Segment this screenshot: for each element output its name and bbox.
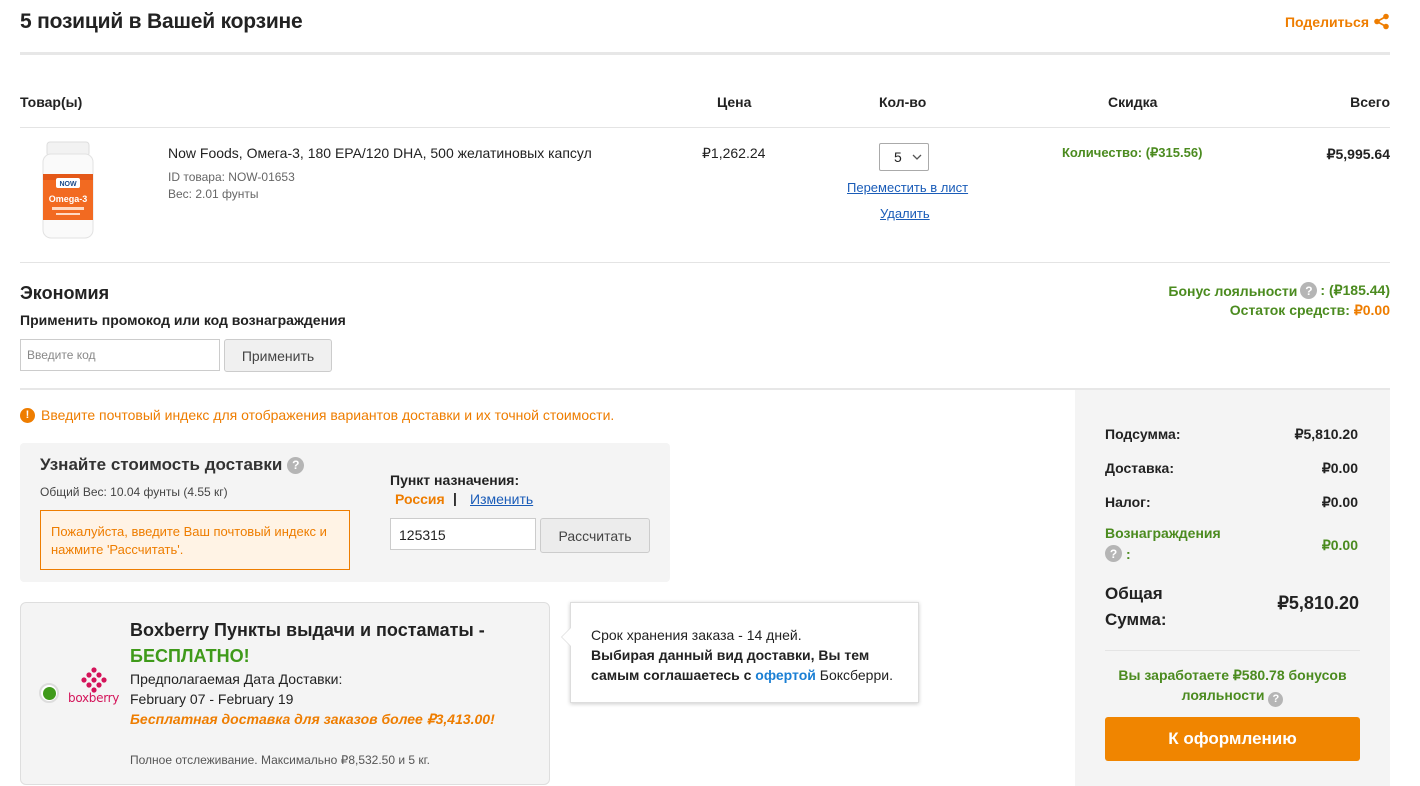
column-header-quantity: Кол-во: [879, 94, 927, 110]
offer-link[interactable]: офертой: [755, 667, 816, 683]
economy-title: Экономия: [20, 283, 110, 303]
alert-icon: !: [20, 407, 35, 423]
boxberry-logo-text: boxberry: [68, 691, 120, 705]
tax-label: Налог:: [1105, 494, 1151, 510]
column-header-total: Всего: [1350, 94, 1390, 110]
zip-code-input[interactable]: 125315: [390, 518, 536, 550]
loyalty-bonus: Бонус лояльности ? : (₽185.44): [1168, 282, 1390, 299]
zip-warning: Пожалуйста, введите Ваш почтовый индекс …: [40, 510, 350, 570]
product-weight: Вес: 2.01 фунты: [168, 187, 259, 201]
tooltip-agreement-end: Боксберри.: [815, 667, 893, 683]
quantity-value: 5: [894, 149, 902, 165]
tooltip-storage-text: Срок хранения заказа - 14 дней.: [591, 627, 802, 643]
balance-value: ₽0.00: [1353, 302, 1390, 318]
balance: Остаток средств: ₽0.00: [1230, 302, 1390, 319]
rewards-label: Вознаграждения: [1105, 525, 1221, 541]
shipping-cost-label: Доставка:: [1105, 460, 1175, 476]
boxberry-tracking: Полное отслеживание. Максимально ₽8,532.…: [130, 753, 430, 767]
page-title: 5 позиций в Вашей корзине: [20, 10, 303, 33]
tooltip-arrow: [562, 628, 571, 646]
shipping-cost-value: ₽0.00: [1321, 460, 1358, 476]
boxberry-berry-icon: [81, 667, 107, 693]
boxberry-logo: boxberry: [68, 667, 120, 707]
rewards-colon: :: [1126, 545, 1131, 562]
loyalty-value: : (₽185.44): [1320, 282, 1390, 298]
destination-label: Пункт назначения:: [390, 472, 520, 488]
promo-code-input[interactable]: Введите код: [20, 339, 220, 371]
earn-bonus-text: Вы заработаете ₽580.78 бонусов лояльност…: [1118, 667, 1347, 703]
rewards-help: ? :: [1105, 545, 1131, 562]
product-image-label: Omega-3: [49, 194, 88, 204]
item-discount: Количество: (₽315.56): [1062, 145, 1203, 160]
destination-separator: |: [453, 490, 457, 506]
help-icon[interactable]: ?: [287, 456, 305, 474]
row-divider: [20, 127, 1390, 128]
grand-total-label-line2: Сумма:: [1105, 610, 1167, 629]
destination-country: Россия: [395, 491, 445, 507]
boxberry-free-note: Бесплатная доставка для заказов более ₽3…: [130, 711, 495, 727]
change-destination-link[interactable]: Изменить: [470, 491, 533, 507]
share-button[interactable]: Поделиться: [1285, 13, 1390, 30]
subtotal-value: ₽5,810.20: [1294, 426, 1358, 442]
checkout-button[interactable]: К оформлению: [1105, 717, 1360, 761]
loyalty-label: Бонус лояльности: [1168, 282, 1298, 299]
rewards-value: ₽0.00: [1321, 537, 1358, 553]
shipping-estimate-title-text: Узнайте стоимость доставки: [40, 455, 283, 474]
tooltip-agreement: Выбирая данный вид доставки, Вы тем самы…: [591, 645, 898, 685]
subtotal-label: Подсумма:: [1105, 426, 1181, 442]
boxberry-tooltip: Срок хранения заказа - 14 дней. Выбирая …: [570, 602, 919, 703]
item-total: ₽5,995.64: [1326, 146, 1390, 162]
promo-label: Применить промокод или код вознаграждени…: [20, 312, 346, 328]
boxberry-free-label: БЕСПЛАТНО!: [130, 646, 250, 666]
grand-total-label-line1: Общая: [1105, 584, 1163, 603]
balance-label: Остаток средств:: [1229, 302, 1350, 318]
chevron-down-icon: [912, 151, 922, 166]
total-weight: Общий Вес: 10.04 фунты (4.55 кг): [40, 485, 228, 499]
column-header-discount: Скидка: [1108, 94, 1158, 110]
share-icon: [1374, 13, 1389, 30]
delete-link[interactable]: Удалить: [880, 206, 930, 221]
boxberry-dates: February 07 - February 19: [130, 691, 294, 707]
apply-promo-button[interactable]: Применить: [224, 339, 332, 372]
earn-bonus: Вы заработаете ₽580.78 бонусов лояльност…: [1105, 665, 1360, 707]
column-header-price: Цена: [717, 94, 752, 110]
product-image[interactable]: NOW Omega-3: [38, 140, 98, 242]
summary-divider: [1105, 650, 1360, 651]
quantity-select[interactable]: 5: [879, 143, 929, 171]
header-divider: [20, 52, 1390, 55]
boxberry-radio[interactable]: [39, 683, 59, 703]
share-label: Поделиться: [1284, 13, 1369, 30]
shipping-notice: ! Введите почтовый индекс для отображени…: [20, 407, 614, 423]
help-icon[interactable]: ?: [1300, 282, 1318, 299]
product-price: ₽1,262.24: [702, 145, 766, 161]
help-icon[interactable]: ?: [1268, 691, 1284, 707]
shipping-notice-text: Введите почтовый индекс для отображения …: [41, 407, 615, 423]
move-to-list-link[interactable]: Переместить в лист: [847, 180, 968, 195]
product-image-brand: NOW: [59, 181, 77, 188]
tax-value: ₽0.00: [1321, 494, 1358, 510]
boxberry-eta-label: Предполагаемая Дата Доставки:: [130, 671, 343, 687]
column-header-products: Товар(ы): [20, 94, 83, 110]
help-icon[interactable]: ?: [1105, 545, 1122, 562]
product-id: ID товара: NOW-01653: [168, 170, 295, 184]
calculate-button[interactable]: Рассчитать: [540, 518, 650, 553]
product-name[interactable]: Now Foods, Омега-3, 180 EPA/120 DHA, 500…: [168, 145, 592, 161]
grand-total-value: ₽5,810.20: [1277, 593, 1359, 613]
boxberry-title: Boxberry Пункты выдачи и постаматы -: [130, 620, 485, 640]
row-divider: [20, 262, 1390, 263]
shipping-estimate-title: Узнайте стоимость доставки ?: [40, 455, 305, 475]
grand-total-label: Общая Сумма:: [1105, 581, 1167, 633]
